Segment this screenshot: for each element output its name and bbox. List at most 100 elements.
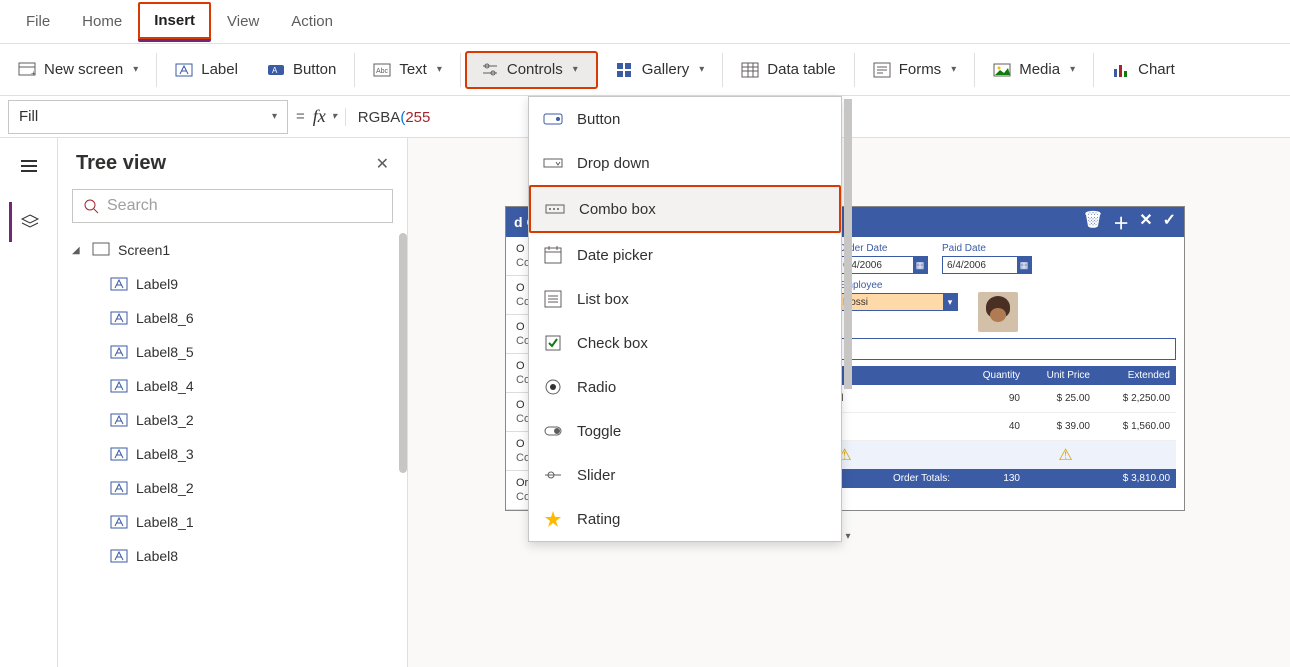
ribbon: + New screen ▾ Label A Button Abc Text ▾…	[0, 44, 1290, 96]
chart-icon	[1112, 61, 1130, 79]
label-button[interactable]: Label	[161, 53, 253, 87]
calendar-icon	[543, 245, 563, 265]
fx-label[interactable]: fx ▾	[313, 106, 337, 127]
text-button[interactable]: Abc Text ▾	[359, 53, 461, 87]
menu-file[interactable]: File	[10, 3, 66, 40]
equals-sign: =	[296, 108, 305, 125]
dropdown-item-slider[interactable]: Slider	[529, 453, 841, 497]
ribbon-label: Label	[201, 61, 238, 78]
menu-action[interactable]: Action	[275, 3, 349, 40]
menu-home[interactable]: Home	[66, 3, 138, 40]
ribbon-label: Text	[399, 61, 427, 78]
chevron-down-icon: ▾	[943, 294, 957, 310]
close-icon[interactable]: ✕	[376, 154, 389, 174]
tree-node[interactable]: Label8_5	[58, 335, 407, 369]
dropdown-item-listbox[interactable]: List box	[529, 277, 841, 321]
node-label: Label8_6	[136, 310, 194, 326]
label-icon	[110, 547, 128, 565]
menu-view[interactable]: View	[211, 3, 275, 40]
label-icon	[175, 61, 193, 79]
search-placeholder: Search	[107, 197, 158, 215]
chevron-down-icon: ▾	[133, 64, 138, 75]
scroll-down-icon[interactable]: ▾	[841, 531, 855, 545]
tree-node[interactable]: Label3_2	[58, 403, 407, 437]
dropdown-item-radio[interactable]: Radio	[529, 365, 841, 409]
new-screen-button[interactable]: + New screen ▾	[4, 53, 157, 87]
formula-fn: RGBA	[358, 109, 401, 126]
chevron-down-icon: ▾	[437, 64, 442, 75]
media-button[interactable]: Media ▾	[979, 53, 1094, 87]
ribbon-label: New screen	[44, 61, 123, 78]
node-label: Label8_5	[136, 344, 194, 360]
search-input[interactable]: Search	[72, 189, 393, 223]
formula-input[interactable]: RGBA(255	[345, 108, 431, 126]
ribbon-label: Media	[1019, 61, 1060, 78]
tree-node[interactable]: Label8_6	[58, 301, 407, 335]
dropdown-item-dropdown[interactable]: Drop down	[529, 141, 841, 185]
layers-icon[interactable]	[9, 202, 49, 242]
calendar-icon: ▦	[913, 257, 927, 273]
screen-icon	[92, 241, 110, 259]
node-label: Label9	[136, 276, 178, 292]
dropdown-scrollbar[interactable]: ▴ ▾	[841, 99, 855, 543]
node-label: Label8_2	[136, 480, 194, 496]
svg-text:Abc: Abc	[376, 68, 389, 75]
checkbox-icon	[543, 333, 563, 353]
ribbon-label: Chart	[1138, 61, 1175, 78]
dropdown-item-datepicker[interactable]: Date picker	[529, 233, 841, 277]
trash-icon[interactable]: 🗑	[1083, 210, 1103, 234]
media-icon	[993, 61, 1011, 79]
star-icon	[543, 509, 563, 529]
ribbon-label: Data table	[767, 61, 835, 78]
node-label: Label8	[136, 548, 178, 564]
dropdown-item-checkbox[interactable]: Check box	[529, 321, 841, 365]
tree-node[interactable]: Label9	[58, 267, 407, 301]
formula-arg: 255	[405, 109, 430, 126]
tree-node-screen[interactable]: ◢ Screen1	[58, 233, 407, 267]
avatar	[978, 292, 1018, 332]
dropdown-item-combobox[interactable]: Combo box	[529, 185, 841, 233]
radio-icon	[543, 377, 563, 397]
hamburger-icon[interactable]	[9, 146, 49, 186]
property-name: Fill	[19, 108, 38, 125]
ribbon-label: Gallery	[642, 61, 690, 78]
node-label: Label3_2	[136, 412, 194, 428]
date-input[interactable]: 6/4/2006▦	[942, 256, 1032, 274]
dropdown-item-toggle[interactable]: Toggle	[529, 409, 841, 453]
property-selector[interactable]: Fill ▾	[8, 100, 288, 134]
employee-field: Employee Rossi▾	[838, 280, 958, 332]
combobox-icon	[545, 199, 565, 219]
left-rail	[0, 138, 58, 667]
chart-button[interactable]: Chart	[1098, 53, 1190, 87]
tree-node[interactable]: Label8_3	[58, 437, 407, 471]
dropdown[interactable]: Rossi▾	[838, 293, 958, 311]
tree-node[interactable]: Label8_1	[58, 505, 407, 539]
label-icon	[110, 309, 128, 327]
data-table-button[interactable]: Data table	[727, 53, 854, 87]
forms-button[interactable]: Forms ▾	[859, 53, 976, 87]
gallery-button[interactable]: Gallery ▾	[602, 53, 724, 87]
tree-node[interactable]: Label8_2	[58, 471, 407, 505]
tree-title: Tree view	[76, 152, 166, 175]
check-icon[interactable]: ✓	[1163, 210, 1176, 234]
expander-icon[interactable]: ◢	[72, 245, 84, 256]
tree-panel: Tree view ✕ Search ◢ Screen1 Label9 Labe…	[58, 138, 408, 667]
scrollbar-thumb[interactable]	[399, 233, 407, 473]
svg-text:A: A	[272, 66, 278, 75]
menu-insert[interactable]: Insert	[138, 2, 211, 42]
plus-icon[interactable]: ＋	[1113, 210, 1129, 234]
dropdown-item-button[interactable]: Button	[529, 97, 841, 141]
dropdown-item-rating[interactable]: Rating	[529, 497, 841, 541]
scrollbar-thumb[interactable]	[844, 99, 852, 389]
toggle-icon	[543, 421, 563, 441]
chevron-down-icon: ▾	[951, 64, 956, 75]
controls-button[interactable]: Controls ▾	[465, 51, 598, 89]
button-button[interactable]: A Button	[253, 53, 355, 87]
text-icon: Abc	[373, 61, 391, 79]
x-icon[interactable]: ✕	[1139, 210, 1152, 234]
node-label: Screen1	[118, 242, 170, 258]
tree-node[interactable]: Label8_4	[58, 369, 407, 403]
node-label: Label8_4	[136, 378, 194, 394]
tree-node[interactable]: Label8	[58, 539, 407, 573]
warning-icon: ⚠	[1058, 445, 1072, 465]
